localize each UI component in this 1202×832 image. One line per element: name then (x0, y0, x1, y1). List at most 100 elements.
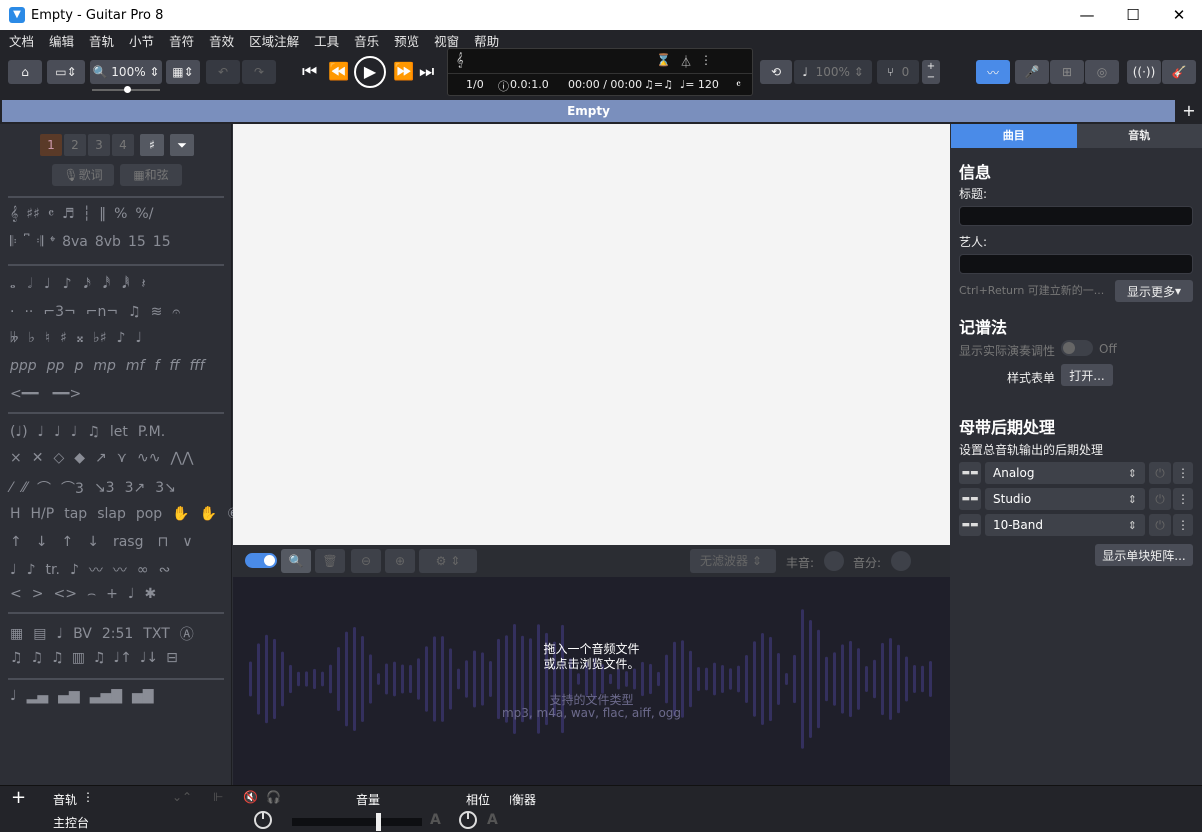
undo-button[interactable]: ↶ (206, 60, 240, 84)
redo-button[interactable]: ↷ (242, 60, 276, 84)
32nd-note-icon[interactable]: 𝅘𝅥𝅰 (103, 276, 110, 292)
menu-item-music[interactable]: 音乐 (354, 31, 379, 50)
stem-up-icon[interactable]: ♩↑ (113, 650, 131, 666)
f-icon[interactable]: f (154, 358, 159, 374)
loop-button[interactable]: ⟲ (760, 60, 792, 84)
effect-icon[interactable]: ▬▬ (959, 462, 981, 484)
p-icon[interactable]: p (74, 358, 83, 374)
stem-icon[interactable]: ♩ (56, 626, 63, 642)
zoom-select[interactable]: 🔍 100% ⇕ (90, 60, 162, 84)
beam-split-icon[interactable]: ♫ (51, 650, 64, 666)
natural-icon[interactable]: ♮ (45, 330, 50, 346)
ff-icon[interactable]: ff (169, 358, 179, 374)
release-icon[interactable]: ✱ (145, 586, 157, 602)
menu-item-tools[interactable]: 工具 (314, 31, 339, 50)
power-icon[interactable]: ⏻ (1149, 514, 1171, 536)
up-stroke-icon[interactable]: ∨ (182, 534, 192, 550)
pull-off-icon[interactable]: H/P (31, 506, 55, 522)
menu-item-bar[interactable]: 小节 (129, 31, 154, 50)
slur-icon[interactable]: ♫ (87, 424, 100, 440)
automation-pan-icon[interactable]: A (487, 812, 498, 828)
more-icon[interactable]: ⋮ (700, 53, 712, 67)
close-button[interactable]: ✕ (1156, 0, 1202, 30)
palm-mute-icon[interactable]: P.M. (138, 424, 165, 440)
solo-icon[interactable]: ⊩ (213, 790, 223, 804)
score-canvas[interactable] (233, 124, 950, 545)
menu-item-effects[interactable]: 音效 (209, 31, 234, 50)
power-icon[interactable]: ⏻ (1149, 462, 1171, 484)
ppp-icon[interactable]: ppp (10, 358, 37, 374)
key-signature-icon[interactable]: ♯♯ (26, 206, 40, 222)
text-icon[interactable]: TXT (143, 626, 169, 642)
effect-select-2[interactable]: Studio (985, 488, 1145, 510)
auto-beam-icon[interactable]: ♫ (10, 650, 23, 666)
pan-knob[interactable] (891, 551, 911, 571)
star-note-icon[interactable]: ♩ (128, 586, 135, 602)
browse-audio-button[interactable]: 🔍 (281, 549, 311, 573)
minimize-button[interactable]: — (1064, 0, 1110, 30)
mp-icon[interactable]: mp (93, 358, 116, 374)
beat-velocity-icon[interactable]: BV (73, 626, 92, 642)
simile-icon[interactable]: % (114, 206, 127, 222)
menu-item-edit[interactable]: 编辑 (49, 31, 74, 50)
legato-icon[interactable]: ⌒3 (61, 478, 84, 498)
tempo-ratio-icon[interactable]: 2:51 (102, 626, 133, 642)
skip-start-icon[interactable]: ⏮ (302, 62, 317, 82)
time-signature-icon[interactable]: 𝄴 (48, 206, 54, 222)
let-ring-icon[interactable]: let (110, 424, 128, 440)
pan-knob[interactable] (459, 811, 477, 829)
track-menu-icon[interactable]: ⋮ (82, 790, 94, 804)
tab-song[interactable]: 曲目 (951, 124, 1077, 148)
open-stylesheet-button[interactable]: 打开... (1061, 364, 1113, 386)
ottava-bassa-icon[interactable]: 8vb (95, 234, 121, 250)
double-barline-icon[interactable]: ‖ (99, 206, 106, 222)
stroke-down-icon[interactable]: ↓ (36, 534, 48, 550)
more-icon[interactable]: ⋮ (1173, 488, 1193, 510)
auto-stem-icon[interactable]: ♫ (93, 650, 106, 666)
pitch-stepper[interactable]: + − (922, 60, 940, 84)
rest-icon[interactable]: 𝄽 (141, 276, 145, 292)
metronome-icon[interactable]: ⏃ (680, 53, 692, 70)
master-knob[interactable] (254, 811, 272, 829)
menu-item-help[interactable]: 帮助 (474, 31, 499, 50)
brush-up-icon[interactable]: ↑ (61, 534, 73, 550)
voice-2-button[interactable]: 2 (64, 134, 86, 156)
mute-icon[interactable]: 🔇 (243, 790, 258, 804)
keyboard-button[interactable]: ⊞ (1050, 60, 1084, 84)
slap-icon[interactable]: slap (97, 506, 126, 522)
repeat-close-icon[interactable]: 𝄇 (36, 234, 43, 250)
drum-button[interactable]: ◎ (1085, 60, 1119, 84)
staccato-icon[interactable]: ♩ (71, 424, 78, 440)
voice-3-button[interactable]: 3 (88, 134, 110, 156)
more-icon[interactable]: ⋮ (1173, 462, 1193, 484)
grace-note-after-icon[interactable]: ♩ (135, 330, 142, 346)
speed-control[interactable]: ♩ 100% ⇕ (794, 60, 872, 84)
mf-icon[interactable]: mf (126, 358, 145, 374)
wave-2-icon[interactable]: 〰 (113, 560, 127, 580)
sustain-icon[interactable]: + (106, 586, 118, 602)
velocity-icon[interactable]: ♩ (10, 688, 17, 704)
pp-icon[interactable]: pp (47, 358, 65, 374)
quindicesima-bassa-icon[interactable]: 15 (153, 234, 171, 250)
menu-item-sections[interactable]: 区域注解 (249, 31, 299, 50)
menu-item-window[interactable]: 视窗 (434, 31, 459, 50)
hammer-on-icon[interactable]: H (10, 506, 21, 522)
ottava-icon[interactable]: 8va (62, 234, 88, 250)
document-tab[interactable]: Empty (2, 100, 1175, 122)
half-note-icon[interactable]: 𝅗𝅥 (28, 276, 32, 292)
vocals-button[interactable]: 🎤 (1015, 60, 1049, 84)
fermata-bar-icon[interactable]: ⊟ (166, 650, 178, 666)
tuplet-icon[interactable]: ⌐n¬ (86, 304, 118, 320)
double-sharp-icon[interactable]: 𝄪 (77, 330, 83, 346)
menu-item-track[interactable]: 音轨 (89, 31, 114, 50)
beam-join-icon[interactable]: ▥ (72, 650, 85, 666)
accent-icon[interactable]: ♩ (10, 562, 17, 578)
filter-select[interactable]: 无滤波器 ⇕ (690, 549, 776, 573)
rasgueado-icon[interactable]: rasg (113, 534, 144, 550)
score-icon[interactable]: ▤ (33, 626, 46, 642)
voice-4-button[interactable]: 4 (112, 134, 134, 156)
show-matrix-button[interactable]: 显示单块矩阵... (1095, 544, 1193, 566)
audio-toggle[interactable] (245, 553, 277, 568)
headphones-icon[interactable]: 🎧 (266, 790, 281, 804)
chord-grid-icon[interactable]: ▦ (10, 626, 23, 642)
